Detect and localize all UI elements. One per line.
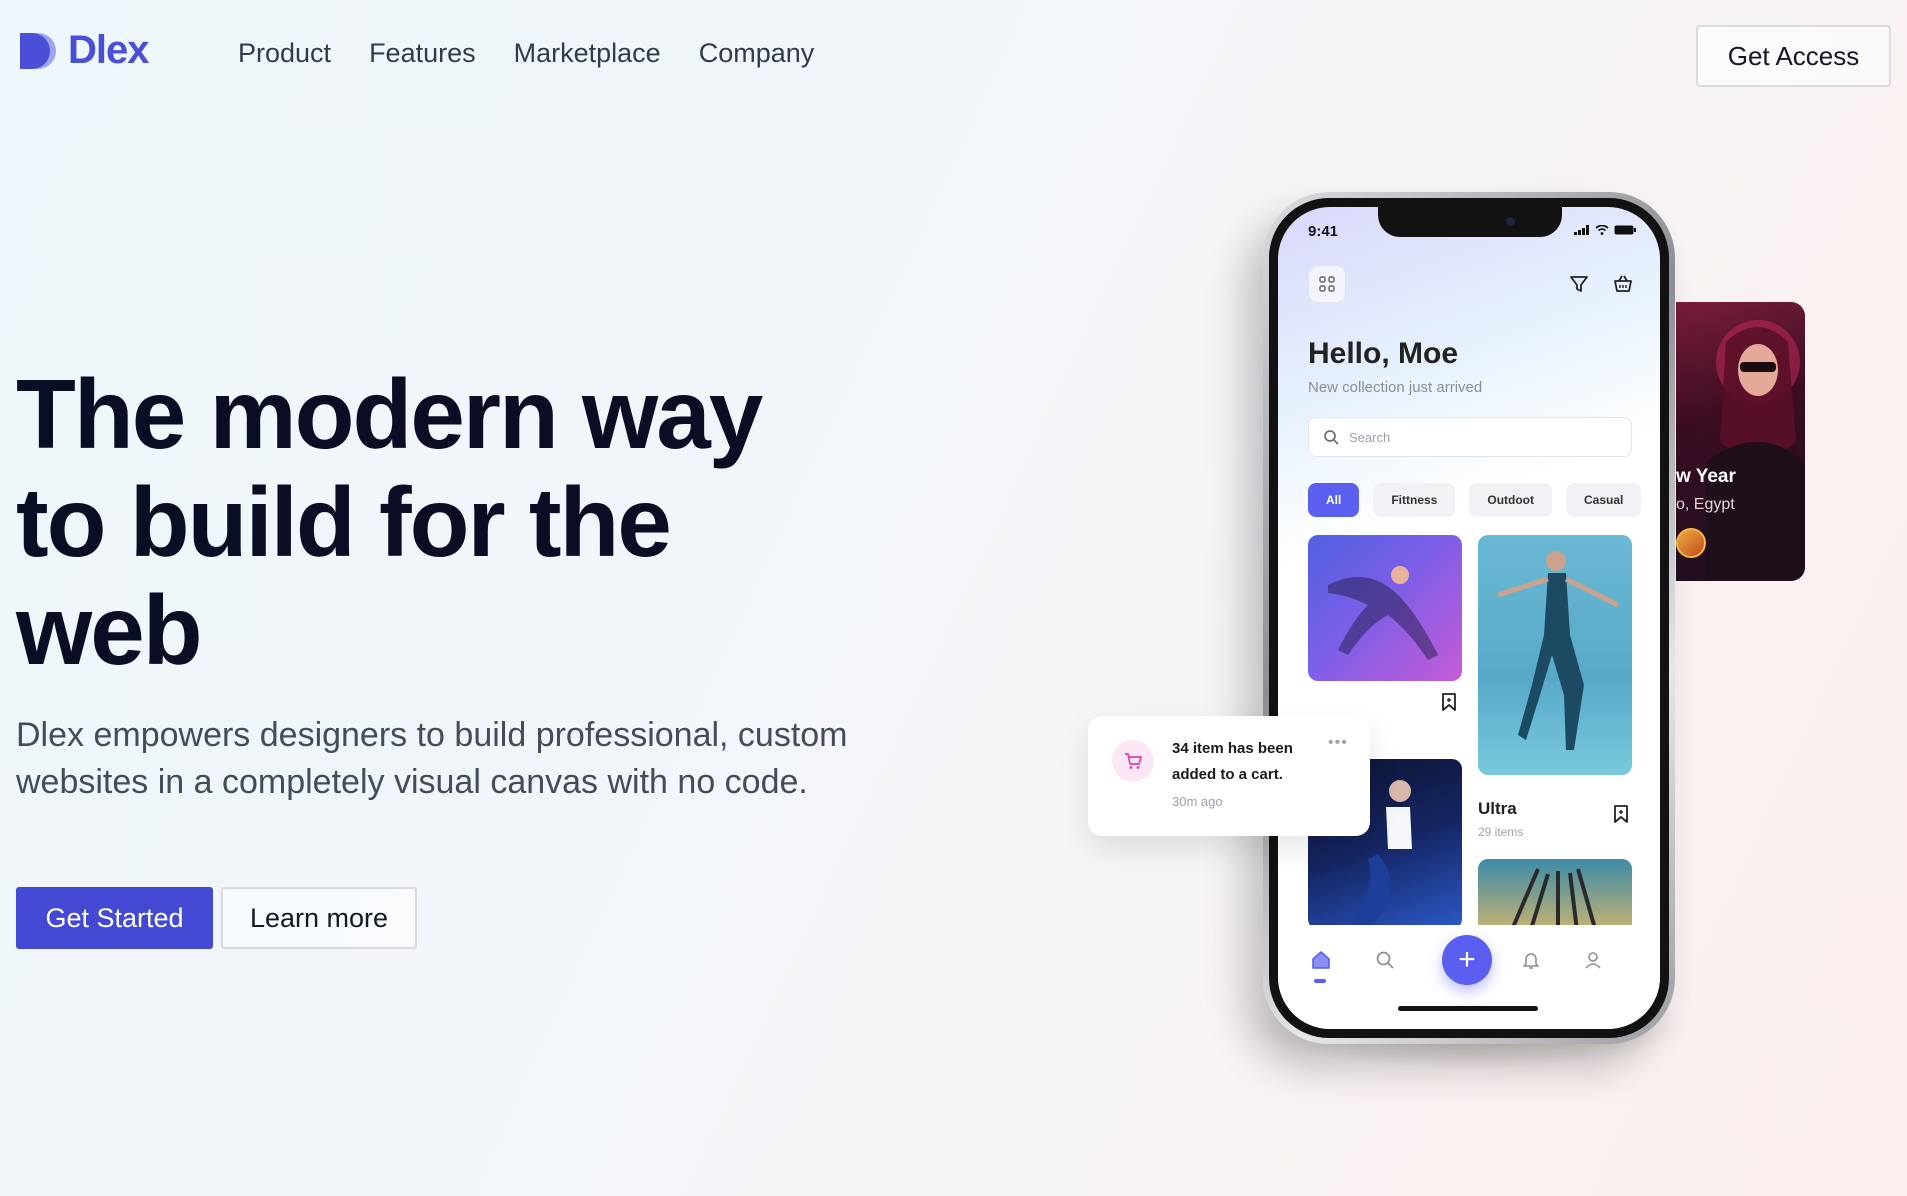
status-icons [1574, 225, 1636, 235]
filter-icon[interactable] [1566, 271, 1592, 297]
learn-more-button[interactable]: Learn more [221, 887, 417, 949]
greeting: Hello, Moe [1308, 337, 1459, 370]
event-title: w Year [1676, 466, 1736, 487]
cart-notification[interactable]: 34 item has been added to a cart. 30m ag… [1088, 716, 1370, 836]
dancer-photo [1328, 566, 1438, 660]
home-indicator [1398, 1006, 1538, 1011]
home-icon[interactable] [1308, 947, 1334, 973]
phone-screen: 9:41 Hello, Moe New collection just arri… [1278, 207, 1660, 1029]
card-count: 29 items [1478, 825, 1524, 839]
cart-icon [1112, 740, 1154, 782]
more-options-icon[interactable]: ••• [1328, 734, 1348, 752]
category-chips: All Fittness Outdoot Casual [1308, 483, 1642, 517]
card-title: Ultra [1478, 799, 1517, 818]
chip-outdoor[interactable]: Outdoot [1469, 483, 1553, 517]
event-location: o, Egypt [1676, 496, 1735, 513]
notification-time: 30m ago [1172, 794, 1223, 809]
product-card-dancer[interactable] [1308, 535, 1462, 681]
nav-link-features[interactable]: Features [369, 38, 476, 69]
search-placeholder: Search [1349, 429, 1391, 445]
bookmark-icon[interactable] [1610, 803, 1632, 825]
camera-icon [1506, 217, 1515, 226]
search-icon [1324, 430, 1339, 445]
top-nav: Dlex Product Features Marketplace Compan… [0, 0, 1907, 112]
hero-title: The modern way to build for the web [16, 359, 763, 685]
active-tab-indicator [1314, 979, 1326, 983]
nav-link-company[interactable]: Company [699, 38, 815, 69]
bottom-tab-bar: + [1278, 925, 1660, 1029]
brand-name: Dlex [68, 28, 149, 72]
nav-links: Product Features Marketplace Company [238, 38, 814, 69]
product-card-ultra[interactable] [1478, 535, 1632, 775]
add-button[interactable]: + [1442, 935, 1492, 985]
chip-all[interactable]: All [1308, 483, 1360, 517]
athlete-photo [1497, 551, 1620, 750]
status-time: 9:41 [1308, 223, 1339, 240]
phone-bezel: 9:41 Hello, Moe New collection just arri… [1269, 198, 1669, 1038]
chip-casual[interactable]: Casual [1566, 483, 1642, 517]
notification-text: 34 item has been added to a cart. [1172, 740, 1293, 783]
nav-link-product[interactable]: Product [238, 38, 331, 69]
bell-icon[interactable] [1518, 947, 1544, 973]
user-icon[interactable] [1580, 947, 1606, 973]
greeting-subtitle: New collection just arrived [1308, 379, 1483, 396]
search-tab-icon[interactable] [1372, 947, 1398, 973]
search-input[interactable]: Search [1308, 417, 1632, 457]
nav-link-marketplace[interactable]: Marketplace [514, 38, 661, 69]
grid-icon[interactable] [1308, 265, 1346, 303]
bookmark-icon[interactable] [1438, 691, 1460, 713]
basket-icon[interactable] [1610, 271, 1636, 297]
event-card[interactable]: w Year o, Egypt [1676, 302, 1805, 581]
plus-icon: + [1458, 943, 1476, 976]
get-started-button[interactable]: Get Started [16, 887, 213, 949]
get-access-button[interactable]: Get Access [1696, 25, 1891, 87]
battery-icon [1614, 225, 1636, 235]
brand-logo[interactable]: Dlex [16, 28, 149, 73]
hero-description: Dlex empowers designers to build profess… [16, 716, 848, 801]
wifi-icon [1595, 225, 1609, 235]
phone-notch [1378, 207, 1562, 237]
logo-mark-icon [16, 29, 60, 73]
avatar [1676, 528, 1706, 558]
phone-mockup: 9:41 Hello, Moe New collection just arri… [1263, 192, 1675, 1044]
signal-icon [1574, 225, 1589, 235]
chip-fitness[interactable]: Fittness [1373, 483, 1456, 517]
